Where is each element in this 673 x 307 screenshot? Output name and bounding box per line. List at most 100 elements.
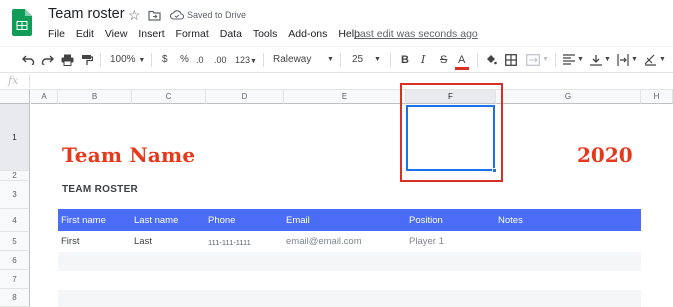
percent-format-button[interactable]: % [180,53,189,67]
star-icon[interactable]: ☆ [128,7,141,24]
table-header-email[interactable]: Email [286,215,310,226]
sheets-logo[interactable] [12,9,32,36]
cell-first-name[interactable]: First [61,236,79,247]
column-header-d[interactable]: D [206,90,284,104]
chevron-down-icon: ▼ [138,57,146,64]
column-header-h[interactable]: H [641,90,673,104]
chevron-down-icon: ▼ [250,58,257,65]
menu-insert[interactable]: Insert [138,28,164,40]
table-header-last-name[interactable]: Last name [134,215,178,226]
undo-icon[interactable] [22,54,35,65]
more-formats-select[interactable]: 123▼ [235,53,257,69]
toolbar-separator [555,53,556,67]
save-status: Saved to Drive [187,10,247,20]
formula-bar: fx [0,72,673,90]
row-header-1[interactable]: 1 [0,104,30,171]
text-rotation-icon[interactable] [644,54,657,66]
table-header-position[interactable]: Position [409,215,443,226]
font-size-value: 25 [352,54,364,65]
text-color-letter: A [458,54,466,66]
move-to-folder-icon[interactable] [148,10,161,21]
toolbar-separator [100,53,101,67]
row-header-5[interactable]: 5 [0,232,30,251]
chevron-down-icon: ▼ [327,56,334,63]
text-color-swatch [455,67,469,70]
menu-data[interactable]: Data [220,28,242,40]
zoom-value: 100% [110,54,136,65]
toolbar: 100% ▼ $ % .0 .00 123▼ Raleway ▼ 25 ▼ B I … [0,46,673,72]
table-header-row: First name Last name Phone Email Positio… [58,209,641,231]
chevron-down-icon: ▼ [631,56,638,63]
text-wrapping-icon[interactable] [617,54,629,66]
column-header-b[interactable]: B [58,90,132,104]
print-icon[interactable] [61,54,74,66]
menu-format[interactable]: Format [176,28,209,40]
menu-file[interactable]: File [48,28,65,40]
redo-icon[interactable] [41,54,54,65]
currency-format-button[interactable]: $ [162,53,168,67]
font-select[interactable]: Raleway ▼ [273,53,335,67]
title-bar: Team roster ☆ Saved to Drive File Edit V… [0,0,673,46]
team-name-cell[interactable]: Team Name [62,143,195,167]
toolbar-separator [477,53,478,67]
table-header-phone[interactable]: Phone [208,215,235,226]
row-header-8[interactable]: 8 [0,289,30,307]
chevron-down-icon: ▼ [604,56,611,63]
column-header-g[interactable]: G [496,90,641,104]
vertical-align-icon[interactable] [590,54,602,66]
borders-icon[interactable] [505,54,517,66]
column-header-a[interactable]: A [31,90,58,104]
column-header-e[interactable]: E [284,90,406,104]
fx-icon: fx [8,74,19,87]
paint-format-icon[interactable] [81,54,93,66]
menu-edit[interactable]: Edit [76,28,94,40]
cell-email[interactable]: email@email.com [286,236,362,247]
document-title[interactable]: Team roster [48,6,125,22]
chevron-down-icon: ▼ [659,56,666,63]
menu-view[interactable]: View [105,28,128,40]
sheet-grid[interactable] [31,104,673,307]
decrease-decimal-button[interactable]: .0 [196,53,204,67]
menu-tools[interactable]: Tools [253,28,278,40]
toolbar-separator [151,53,152,67]
zoom-select[interactable]: 100% ▼ [110,53,145,68]
row-header-4[interactable]: 4 [0,209,30,232]
strikethrough-button[interactable]: S [440,53,447,67]
formula-input[interactable] [34,75,664,88]
table-header-notes[interactable]: Notes [498,215,523,226]
table-row-band [58,290,641,307]
cell-phone[interactable]: 111-111-1111 [208,238,251,247]
toolbar-separator [340,53,341,67]
cell-position[interactable]: Player 1 [409,236,444,247]
font-size-select[interactable]: 25 ▼ [352,53,382,67]
cloud-done-icon [170,10,184,20]
table-row-band [58,252,641,271]
more-formats-label: 123 [235,55,251,65]
row-header-6[interactable]: 6 [0,251,30,270]
table-header-first-name[interactable]: First name [61,215,106,226]
menu-bar: File Edit View Insert Format Data Tools … [48,28,368,42]
bold-button[interactable]: B [401,53,409,67]
merge-cells-icon[interactable] [526,54,540,66]
toolbar-separator [390,53,391,67]
year-cell[interactable]: 2020 [577,143,633,167]
roster-title-cell[interactable]: TEAM ROSTER [62,184,138,195]
chevron-down-icon: ▼ [542,56,549,63]
column-header-c[interactable]: C [132,90,206,104]
last-edit-link[interactable]: Last edit was seconds ago [354,28,478,40]
select-all-corner[interactable] [0,90,30,104]
chevron-down-icon: ▼ [577,56,584,63]
font-value: Raleway [273,54,312,65]
horizontal-align-icon[interactable] [563,54,575,65]
highlight-annotation-box [400,83,503,182]
fill-color-icon[interactable] [485,54,497,66]
text-color-button[interactable]: A [455,53,469,70]
toolbar-separator [263,53,264,67]
cell-last-name[interactable]: Last [134,236,152,247]
row-header-7[interactable]: 7 [0,270,30,289]
row-header-3[interactable]: 3 [0,181,30,209]
italic-button[interactable]: I [421,53,425,67]
increase-decimal-button[interactable]: .00 [214,53,227,67]
menu-add-ons[interactable]: Add-ons [288,28,327,40]
row-header-2[interactable]: 2 [0,171,30,181]
